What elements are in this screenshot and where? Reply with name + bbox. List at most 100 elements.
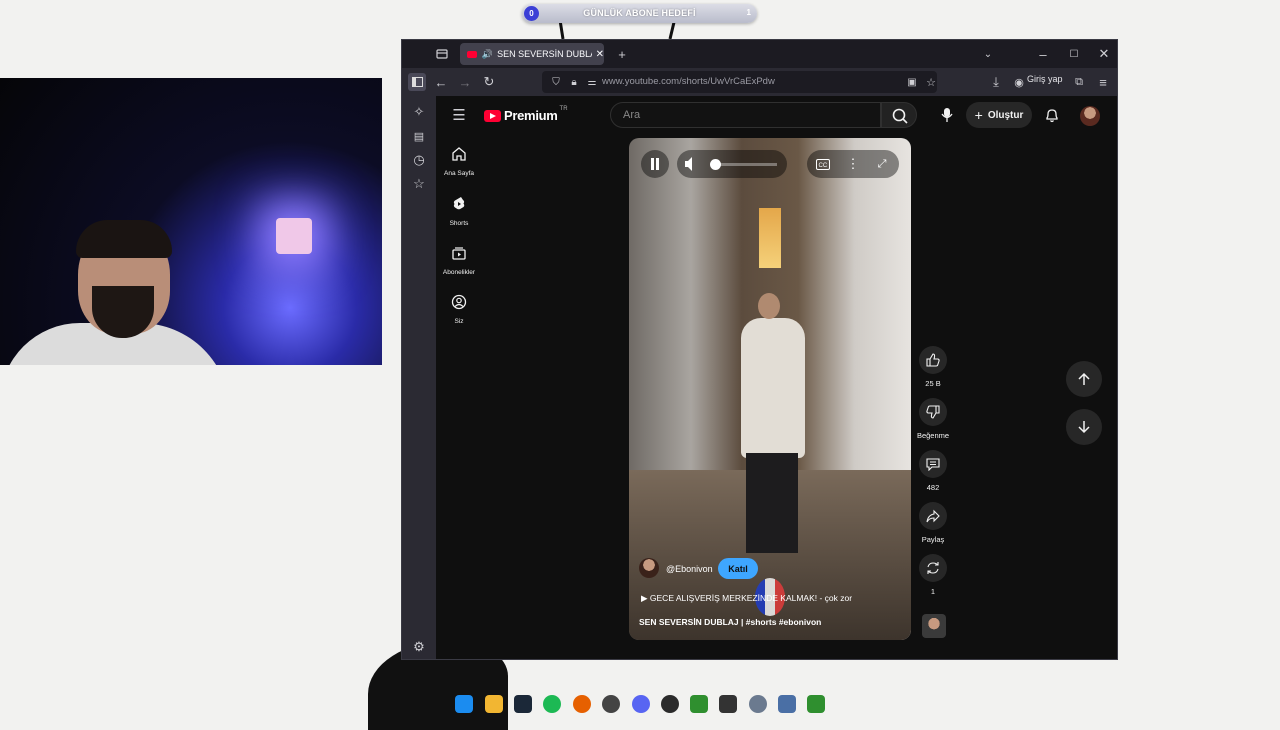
search-input[interactable]: Ara — [610, 102, 881, 128]
obs-icon[interactable] — [602, 695, 620, 713]
nav-item-subscriptions[interactable]: Abonelikler — [439, 245, 479, 276]
minimize-icon[interactable]: – — [1035, 46, 1051, 62]
address-bar[interactable]: ⛉ 🔒︎ ⚌ www.youtube.com/shorts/UwVrCaExPd… — [542, 71, 937, 93]
speaker-icon[interactable]: 🔊 — [482, 49, 493, 60]
remix-button[interactable]: 1 — [914, 554, 952, 596]
youtube-premium-logo[interactable]: Premium TR — [484, 106, 568, 123]
ai-chatbot-icon[interactable]: ✧ — [410, 103, 428, 121]
tab-title: SEN SEVERSİN DUBLAJ | #s — [497, 49, 592, 59]
back-icon[interactable]: ← — [432, 73, 450, 91]
pause-button[interactable] — [641, 150, 669, 178]
dislike-button[interactable]: Beğenme — [914, 398, 952, 440]
navigation-bar: ← → ↻ ⛉ 🔒︎ ⚌ www.youtube.com/shorts/UwVr… — [402, 68, 1117, 96]
login-button[interactable]: Giriş yap — [1027, 74, 1063, 84]
short-video-player[interactable]: CC ⋮ ⤢ @Ebonivon Katıl ▶ GECE ALIŞVERİŞ … — [629, 138, 911, 640]
volume-icon[interactable] — [677, 150, 705, 178]
file-explorer-icon[interactable] — [485, 695, 503, 713]
share-button[interactable]: Paylaş — [914, 502, 952, 544]
tab-overview-icon[interactable] — [434, 46, 450, 62]
captions-icon[interactable]: CC — [813, 156, 833, 172]
windows-start-icon[interactable] — [455, 695, 473, 713]
volume-control[interactable] — [677, 150, 787, 178]
next-short-button[interactable] — [1066, 409, 1102, 445]
youtube-page: ☰ Premium TR Ara + Oluştur Ana Sayfa Sho… — [436, 96, 1117, 659]
goal-label: GÜNLÜK ABONE HEDEFİ — [583, 8, 696, 18]
background-lamp — [276, 218, 312, 254]
account-icon[interactable]: ◉ — [1012, 73, 1026, 91]
bookmarks-icon[interactable]: ☆ — [410, 175, 428, 193]
like-count: 25 B — [925, 379, 941, 388]
discord-icon[interactable] — [632, 695, 650, 713]
video-title-link[interactable]: ▶ GECE ALIŞVERİŞ MERKEZİNDE KALMAK! - ço… — [641, 593, 852, 604]
browser-window: 🔊 SEN SEVERSİN DUBLAJ | #s ✕ + ⌄ – ☐ ✕ ←… — [401, 39, 1118, 660]
streamer-hair — [76, 220, 172, 258]
tab-active[interactable]: 🔊 SEN SEVERSİN DUBLAJ | #s ✕ — [460, 43, 604, 65]
microphone-icon[interactable] — [936, 104, 958, 126]
join-button[interactable]: Katıl — [718, 558, 758, 579]
channel-name[interactable]: @Ebonivon — [666, 564, 713, 574]
search-button[interactable] — [881, 102, 917, 128]
menu-icon[interactable]: ≡ — [1094, 73, 1112, 91]
video-title: GECE ALIŞVERİŞ MERKEZİNDE KALMAK! - çok … — [649, 593, 853, 603]
firefox-icon[interactable] — [573, 695, 591, 713]
spotify-icon[interactable] — [543, 695, 561, 713]
user-avatar[interactable] — [1080, 106, 1100, 126]
tracking-shield-icon[interactable]: ⛉ — [548, 74, 564, 90]
nav-item-label: Shorts — [449, 220, 469, 227]
extensions-icon[interactable]: ⧉ — [1070, 73, 1088, 91]
sidebar-settings-icon[interactable]: ⚙ — [410, 638, 428, 656]
channel-avatar[interactable] — [639, 558, 659, 578]
nav-item-label: Ana Sayfa — [444, 170, 474, 177]
settings-app-icon[interactable] — [749, 695, 767, 713]
tab-list-chevron-icon[interactable]: ⌄ — [980, 46, 996, 62]
volume-slider[interactable] — [715, 163, 777, 166]
previous-short-button[interactable] — [1066, 361, 1102, 397]
plus-icon: + — [974, 107, 983, 123]
permissions-icon[interactable]: ⚌ — [584, 74, 600, 90]
like-button[interactable]: 25 B — [914, 346, 952, 388]
reader-view-icon[interactable]: ▣ — [904, 74, 920, 90]
downloads-icon[interactable]: ⤓ — [987, 73, 1005, 91]
play-triangle-icon: ▶ — [641, 593, 650, 603]
hamburger-menu-icon[interactable]: ☰ — [450, 106, 468, 124]
notifications-bell-icon[interactable] — [1041, 104, 1063, 126]
reload-icon[interactable]: ↻ — [480, 73, 498, 91]
comments-button[interactable]: 482 — [914, 450, 952, 492]
more-options-icon[interactable]: ⋮ — [845, 156, 861, 172]
youtube-favicon-icon — [467, 50, 477, 58]
bookmark-star-icon[interactable]: ☆ — [923, 74, 939, 90]
lock-icon[interactable]: 🔒︎ — [566, 74, 582, 90]
steam-icon[interactable] — [514, 695, 532, 713]
remix-icon — [919, 554, 947, 582]
sidebar-toggle-icon[interactable] — [408, 73, 426, 91]
maximize-icon[interactable]: ☐ — [1066, 46, 1082, 62]
nav-item-shorts[interactable]: Shorts — [439, 196, 479, 227]
video-description[interactable]: SEN SEVERSİN DUBLAJ | #shorts #ebonivon — [639, 617, 821, 627]
forward-icon[interactable]: → — [456, 73, 474, 91]
history-icon[interactable]: ◷ — [410, 151, 428, 169]
nav-item-label: Siz — [454, 318, 464, 325]
subscriber-goal-bar: 0 GÜNLÜK ABONE HEDEFİ 1 — [522, 4, 757, 23]
close-tab-icon[interactable]: ✕ — [596, 49, 604, 60]
fullscreen-icon[interactable]: ⤢ — [874, 156, 890, 172]
close-window-icon[interactable]: ✕ — [1096, 46, 1112, 62]
you-icon — [451, 294, 467, 310]
new-tab-icon[interactable]: + — [614, 46, 630, 62]
terminal-app-icon[interactable] — [807, 695, 825, 713]
media-app-icon[interactable] — [690, 695, 708, 713]
create-button[interactable]: + Oluştur — [966, 102, 1032, 128]
logo-text: Premium — [504, 108, 558, 123]
volume-slider-knob[interactable] — [710, 159, 721, 170]
arrow-up-icon — [1078, 372, 1090, 385]
app-icon[interactable] — [661, 695, 679, 713]
tool-app-icon[interactable] — [778, 695, 796, 713]
synced-tabs-icon[interactable]: ▤ — [410, 127, 428, 145]
comment-icon — [919, 450, 947, 478]
sound-thumbnail[interactable] — [922, 614, 946, 638]
utility-icon[interactable] — [719, 695, 737, 713]
nav-item-you[interactable]: Siz — [439, 294, 479, 325]
goal-target-count: 1 — [746, 8, 751, 17]
comment-count: 482 — [926, 483, 940, 492]
video-person-pants — [746, 453, 798, 553]
nav-item-home[interactable]: Ana Sayfa — [439, 146, 479, 177]
